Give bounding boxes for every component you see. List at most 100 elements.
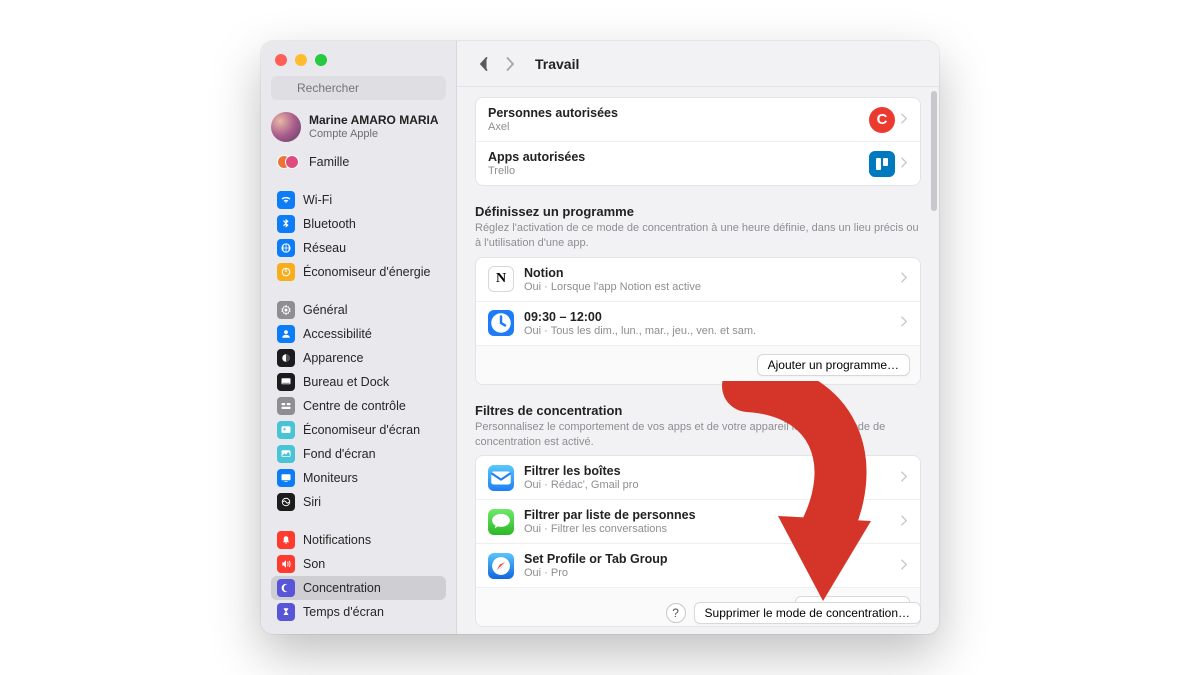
sidebar-item-bell[interactable]: Notifications [271, 528, 446, 552]
bt-icon [277, 215, 295, 233]
power-icon [277, 263, 295, 281]
schedule-row-time[interactable]: 09:30 – 12:00 Oui · Tous les dim., lun.,… [476, 302, 920, 346]
sidebar-item-label: Moniteurs [303, 471, 358, 485]
account-row[interactable]: Marine AMARO MARIA Compte Apple [261, 108, 456, 148]
allowed-people-row[interactable]: Personnes autorisées Axel C [476, 98, 920, 142]
sidebar-item-label: Économiseur d'énergie [303, 265, 430, 279]
messages-icon [488, 509, 514, 535]
add-schedule-button[interactable]: Ajouter un programme… [757, 354, 910, 376]
sidebar-item-appearance[interactable]: Apparence [271, 346, 446, 370]
sidebar-item-power[interactable]: Économiseur d'énergie [271, 260, 446, 284]
sidebar-item-label: Bluetooth [303, 217, 356, 231]
sidebar-item-screensaver[interactable]: Économiseur d'écran [271, 418, 446, 442]
sidebar-item-person[interactable]: Accessibilité [271, 322, 446, 346]
delete-focus-button[interactable]: Supprimer le mode de concentration… [694, 602, 921, 624]
schedule-row-notion[interactable]: N Notion Oui · Lorsque l'app Notion est … [476, 258, 920, 302]
globe-icon [277, 239, 295, 257]
trello-icon [869, 151, 895, 177]
sidebar-item-label: Centre de contrôle [303, 399, 406, 413]
account-name: Marine AMARO MARIA [309, 114, 439, 128]
siri-icon [277, 493, 295, 511]
filter-row-messages[interactable]: Filtrer par liste de personnes Oui · Fil… [476, 500, 920, 544]
chevron-right-icon [901, 270, 908, 288]
sidebar-item-dock[interactable]: Bureau et Dock [271, 370, 446, 394]
settings-window: Marine AMARO MARIA Compte Apple Famille … [261, 41, 939, 634]
sidebar-item-siri[interactable]: Siri [271, 490, 446, 514]
search-box[interactable] [271, 76, 446, 100]
row-sub: Trello [488, 165, 869, 177]
row-sub: Axel [488, 121, 869, 133]
allowed-apps-row[interactable]: Apps autorisées Trello [476, 142, 920, 185]
chevron-right-icon [901, 155, 908, 173]
notion-icon: N [488, 266, 514, 292]
sidebar-item-label: Concentration [303, 581, 381, 595]
zoom-window-button[interactable] [315, 54, 327, 66]
content-area: Personnes autorisées Axel C Apps autoris… [457, 87, 939, 634]
back-button[interactable] [473, 53, 495, 75]
sidebar-item-label: Famille [309, 155, 349, 169]
sidebar: Marine AMARO MARIA Compte Apple Famille … [261, 41, 457, 634]
bottom-bar: ? Supprimer le mode de concentration… [666, 602, 921, 624]
schedule-desc: Réglez l'activation de ce mode de concen… [475, 221, 921, 251]
row-title: Notion [524, 266, 901, 280]
sidebar-item-display[interactable]: Moniteurs [271, 466, 446, 490]
sidebar-item-hourglass[interactable]: Temps d'écran [271, 600, 446, 624]
sidebar-item-label: Réseau [303, 241, 346, 255]
schedule-header: Définissez un programme [475, 204, 921, 219]
main-panel: Travail Personnes autorisées Axel C Apps… [457, 41, 939, 634]
safari-icon [488, 553, 514, 579]
sidebar-item-moon[interactable]: Concentration [271, 576, 446, 600]
sidebar-item-label: Accessibilité [303, 327, 372, 341]
sidebar-item-label: Bureau et Dock [303, 375, 389, 389]
help-button[interactable]: ? [666, 603, 686, 623]
sidebar-item-sound[interactable]: Son [271, 552, 446, 576]
control-icon [277, 397, 295, 415]
sidebar-item-wallpaper[interactable]: Fond d'écran [271, 442, 446, 466]
sidebar-item-label: Fond d'écran [303, 447, 376, 461]
page-title: Travail [535, 56, 579, 72]
sidebar-item-label: Son [303, 557, 325, 571]
scrollbar[interactable] [931, 91, 937, 211]
sidebar-item-wifi[interactable]: Wi-Fi [271, 188, 446, 212]
minimize-window-button[interactable] [295, 54, 307, 66]
row-title: Filtrer les boîtes [524, 464, 901, 478]
filter-row-safari[interactable]: Set Profile or Tab Group Oui · Pro [476, 544, 920, 588]
row-title: Personnes autorisées [488, 106, 869, 120]
sidebar-item-label: Économiseur d'écran [303, 423, 420, 437]
chevron-right-icon [901, 513, 908, 531]
allowed-box: Personnes autorisées Axel C Apps autoris… [475, 97, 921, 186]
sidebar-item-control[interactable]: Centre de contrôle [271, 394, 446, 418]
row-title: Apps autorisées [488, 150, 869, 164]
filters-desc: Personnalisez le comportement de vos app… [475, 420, 921, 450]
row-sub: Oui · Filtrer les conversations [524, 523, 901, 535]
filter-row-mail[interactable]: Filtrer les boîtes Oui · Rédac', Gmail p… [476, 456, 920, 500]
toolbar: Travail [457, 41, 939, 87]
sidebar-item-label: Apparence [303, 351, 363, 365]
search-input[interactable] [271, 76, 446, 100]
row-sub: Oui · Pro [524, 567, 901, 579]
chevron-left-icon [478, 57, 490, 71]
sidebar-item-label: Wi-Fi [303, 193, 332, 207]
clock-icon [488, 310, 514, 336]
close-window-button[interactable] [275, 54, 287, 66]
row-title: Filtrer par liste de personnes [524, 508, 901, 522]
wifi-icon [277, 191, 295, 209]
screensaver-icon [277, 421, 295, 439]
row-sub: Oui · Lorsque l'app Notion est active [524, 281, 901, 293]
sidebar-item-label: Siri [303, 495, 321, 509]
row-sub: Oui · Tous les dim., lun., mar., jeu., v… [524, 325, 901, 337]
bell-icon [277, 531, 295, 549]
sidebar-item-label: Temps d'écran [303, 605, 384, 619]
person-icon [277, 325, 295, 343]
forward-button[interactable] [499, 53, 521, 75]
dock-icon [277, 373, 295, 391]
sidebar-item-family[interactable]: Famille [271, 150, 446, 174]
contact-icon: C [869, 107, 895, 133]
appearance-icon [277, 349, 295, 367]
display-icon [277, 469, 295, 487]
sidebar-item-gear[interactable]: Général [271, 298, 446, 322]
moon-icon [277, 579, 295, 597]
sidebar-item-bt[interactable]: Bluetooth [271, 212, 446, 236]
sidebar-item-globe[interactable]: Réseau [271, 236, 446, 260]
sidebar-item-label: Notifications [303, 533, 371, 547]
